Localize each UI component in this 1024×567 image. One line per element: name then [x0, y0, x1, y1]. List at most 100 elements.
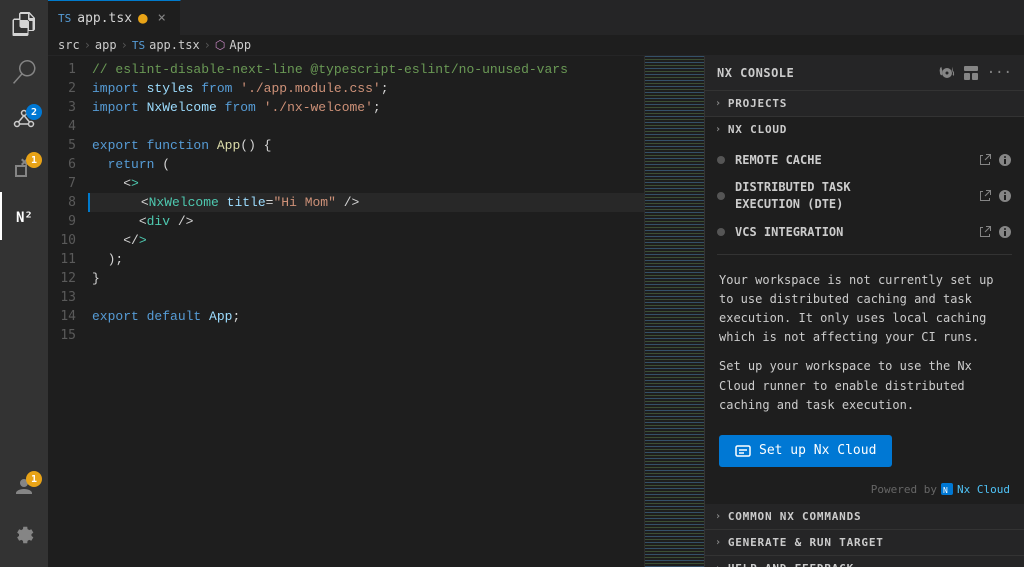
breadcrumb-sep3: ›: [204, 38, 211, 52]
nx-panel-title: NX CONSOLE: [717, 66, 794, 80]
projects-label: PROJECTS: [728, 97, 787, 110]
tab-modified-dot: ●: [138, 10, 148, 26]
common-commands-header[interactable]: › COMMON NX COMMANDS: [705, 504, 1024, 529]
breadcrumb-component[interactable]: App: [229, 38, 251, 52]
remote-cache-label: REMOTE CACHE: [735, 153, 968, 167]
breadcrumb-ts-icon: TS: [132, 39, 145, 52]
powered-by: Powered by N Nx Cloud: [705, 479, 1024, 504]
nx-cloud-label: NX CLOUD: [728, 123, 787, 136]
vcs-dot: [717, 228, 725, 236]
tab-filename: app.tsx: [77, 11, 132, 26]
minimap-visual: [645, 56, 704, 567]
svg-text:N²: N²: [16, 210, 33, 226]
code-line-8: <NxWelcome title="Hi Mom" />: [88, 193, 644, 212]
remote-cache-item[interactable]: REMOTE CACHE: [705, 146, 1024, 173]
help-feedback-header[interactable]: › HELP AND FEEDBACK: [705, 556, 1024, 567]
extensions-badge: 1: [26, 152, 42, 168]
code-line-14: export default App;: [88, 307, 644, 326]
projects-chevron: ›: [715, 98, 722, 109]
common-commands-chevron: ›: [715, 511, 722, 522]
breadcrumb-sep2: ›: [121, 38, 128, 52]
line-numbers: 1 2 3 4 5 6 7 8 9 10 11 12 13 14 15: [48, 60, 88, 567]
nx-cloud-description: Your workspace is not currently set up t…: [705, 259, 1024, 427]
breadcrumb-app[interactable]: app: [95, 38, 117, 52]
vcs-item[interactable]: VCS INTEGRATION: [705, 219, 1024, 246]
account-icon[interactable]: 1: [0, 463, 48, 511]
vcs-label: VCS INTEGRATION: [735, 225, 968, 239]
nx-cloud-section: › NX CLOUD REMOTE CACHE: [705, 117, 1024, 504]
nx-cloud-items: REMOTE CACHE: [705, 142, 1024, 250]
nx-header-more-icon[interactable]: ···: [987, 65, 1012, 81]
code-lines: 1 2 3 4 5 6 7 8 9 10 11 12 13 14 15: [48, 56, 644, 567]
setup-nx-cloud-button[interactable]: Set up Nx Cloud: [719, 435, 892, 467]
dte-item[interactable]: DISTRIBUTED TASKEXECUTION (DTE): [705, 173, 1024, 219]
nx-header-icons: ···: [939, 65, 1012, 81]
activity-bar: 2 1 N² 1: [0, 0, 48, 567]
code-line-11: );: [88, 250, 644, 269]
projects-section-header[interactable]: › PROJECTS: [705, 91, 1024, 116]
nx-cloud-chevron: ›: [715, 124, 722, 135]
remote-cache-link-icon[interactable]: [978, 152, 992, 167]
vcs-icons: [978, 225, 1012, 240]
nx-graph-icon[interactable]: 2: [0, 96, 48, 144]
nx-panel-content: › PROJECTS › NX CLOUD REMOTE CACHE: [705, 91, 1024, 567]
help-feedback-chevron: ›: [715, 563, 722, 567]
breadcrumb-sep1: ›: [84, 38, 91, 52]
setup-icon: [735, 443, 751, 459]
tab-bar: TS app.tsx ● ×: [48, 0, 1024, 35]
code-editor[interactable]: 1 2 3 4 5 6 7 8 9 10 11 12 13 14 15: [48, 56, 644, 567]
nx-header-layout-icon[interactable]: [963, 65, 979, 81]
activity-bar-bottom: 1: [0, 463, 48, 567]
activity-bar-top: 2 1 N²: [0, 0, 48, 463]
dte-dot: [717, 192, 725, 200]
help-feedback-label: HELP AND FEEDBACK: [728, 562, 854, 567]
generate-run-header[interactable]: › GENERATE & RUN TARGET: [705, 530, 1024, 555]
code-line-2: import styles from './app.module.css';: [88, 79, 644, 98]
vcs-link-icon[interactable]: [978, 225, 992, 240]
setup-button-label: Set up Nx Cloud: [759, 443, 876, 458]
dte-link-icon[interactable]: [978, 188, 992, 203]
tab-close-button[interactable]: ×: [154, 10, 170, 26]
dte-icons: [978, 188, 1012, 203]
code-content[interactable]: // eslint-disable-next-line @typescript-…: [88, 60, 644, 567]
remote-cache-dot: [717, 156, 725, 164]
nx-cloud-section-header[interactable]: › NX CLOUD: [705, 117, 1024, 142]
nx-header-broadcast-icon[interactable]: [939, 65, 955, 81]
dte-info-icon[interactable]: [998, 188, 1012, 203]
editor-area: 1 2 3 4 5 6 7 8 9 10 11 12 13 14 15: [48, 56, 1024, 567]
svg-text:N: N: [943, 486, 948, 495]
nx-cloud-divider: [717, 254, 1012, 255]
code-line-5: export function App() {: [88, 136, 644, 155]
code-line-1: // eslint-disable-next-line @typescript-…: [88, 60, 644, 79]
dte-label: DISTRIBUTED TASKEXECUTION (DTE): [735, 179, 968, 213]
nx-cloud-logo: N: [941, 483, 953, 495]
code-line-13: [88, 288, 644, 307]
minimap: [644, 56, 704, 567]
generate-run-label: GENERATE & RUN TARGET: [728, 536, 884, 549]
remote-cache-icons: [978, 152, 1012, 167]
description-para-2: Set up your workspace to use the Nx Clou…: [719, 357, 1010, 415]
projects-section: › PROJECTS: [705, 91, 1024, 117]
nx-console-icon[interactable]: N²: [0, 192, 48, 240]
breadcrumb-component-icon: ⬡: [215, 38, 225, 52]
account-badge: 1: [26, 471, 42, 487]
code-line-4: [88, 117, 644, 136]
code-line-7: <>: [88, 174, 644, 193]
explorer-icon[interactable]: [0, 0, 48, 48]
code-line-10: </>: [88, 231, 644, 250]
ts-icon: TS: [58, 12, 71, 25]
code-line-15: [88, 326, 644, 345]
app-tsx-tab[interactable]: TS app.tsx ● ×: [48, 0, 181, 35]
breadcrumb-filename[interactable]: app.tsx: [149, 38, 200, 52]
vcs-info-icon[interactable]: [998, 225, 1012, 240]
nx-panel-header: NX CONSOLE ···: [705, 56, 1024, 91]
remote-cache-info-icon[interactable]: [998, 152, 1012, 167]
nx-graph-badge: 2: [26, 104, 42, 120]
common-commands-section: › COMMON NX COMMANDS: [705, 504, 1024, 530]
breadcrumb-src[interactable]: src: [58, 38, 80, 52]
settings-icon[interactable]: [0, 511, 48, 559]
generate-run-chevron: ›: [715, 537, 722, 548]
extensions-icon[interactable]: 1: [0, 144, 48, 192]
search-icon[interactable]: [0, 48, 48, 96]
common-commands-label: COMMON NX COMMANDS: [728, 510, 862, 523]
